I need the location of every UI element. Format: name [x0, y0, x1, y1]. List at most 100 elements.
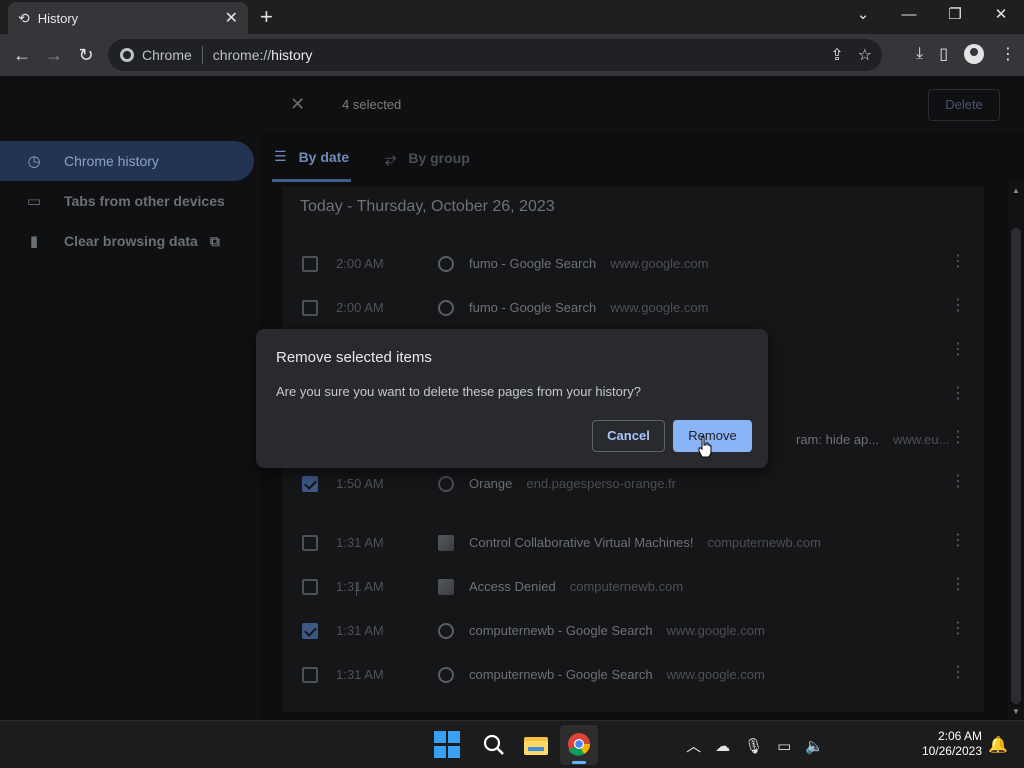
history-row[interactable]: 1:50 AM Orange end.pagesperso-orange.fr ⋮ — [282, 462, 984, 506]
tab-by-group[interactable]: ⥂ By group — [385, 146, 470, 182]
file-explorer-icon[interactable] — [522, 731, 550, 759]
side-panel-icon[interactable]: ▯ — [939, 44, 948, 64]
row-menu-icon[interactable]: ⋮ — [950, 342, 966, 358]
windows-start-icon[interactable] — [434, 731, 462, 759]
row-menu-icon[interactable]: ⋮ — [950, 621, 966, 637]
chevron-up-icon[interactable]: ︿ — [686, 735, 701, 756]
bookmark-star-icon[interactable]: ☆ — [858, 45, 872, 65]
volume-icon[interactable]: 🔈 — [805, 737, 824, 755]
row-checkbox[interactable] — [302, 300, 318, 316]
history-row[interactable]: 2:00 AM fumo - Google Search www.google.c… — [282, 286, 984, 330]
onedrive-icon[interactable]: ☁ — [715, 737, 730, 755]
row-menu-icon[interactable]: ⋮ — [950, 665, 966, 681]
row-title[interactable]: fumo - Google Search — [469, 256, 596, 271]
chrome-icon — [568, 733, 591, 764]
row-menu-icon[interactable]: ⋮ — [950, 474, 966, 490]
cancel-button[interactable]: Cancel — [592, 420, 665, 452]
history-row[interactable]: 1:31 AM computernewb - Google Search www.… — [282, 653, 984, 697]
dialog-title: Remove selected items — [276, 349, 432, 366]
search-icon[interactable] — [480, 731, 508, 759]
clear-selection-icon[interactable]: ✕ — [290, 94, 305, 115]
tab-by-date[interactable]: ☰ By date — [272, 146, 352, 182]
row-title[interactable]: computernewb - Google Search — [469, 667, 653, 682]
sidebar-item-label: Chrome history — [64, 153, 159, 169]
row-menu-icon[interactable]: ⋮ — [950, 533, 966, 549]
row-domain: computernewb.com — [707, 535, 821, 550]
close-window-icon[interactable]: ✕ — [978, 0, 1024, 30]
sidebar-item-clear-browsing-data[interactable]: ▮ Clear browsing data ⧉ — [0, 221, 254, 261]
history-row[interactable]: 1:31 AM Control Collaborative Virtual Ma… — [282, 521, 984, 565]
menu-kebab-icon[interactable]: ⋮ — [1000, 44, 1016, 64]
toolbar: ← → ↻ Chrome chrome://history ⇪ ☆ ⤓ ▯ ⋮ — [0, 34, 1024, 76]
history-row[interactable]: 1:31 AM Access Denied computernewb.com ⋮ — [282, 565, 984, 609]
url-path: history — [271, 47, 313, 63]
trash-icon: ▮ — [29, 233, 39, 250]
scroll-down-icon[interactable]: ▼ — [1012, 707, 1020, 716]
back-icon[interactable]: ← — [6, 45, 38, 66]
profile-avatar-icon[interactable] — [964, 44, 984, 64]
date-heading: Today - Thursday, October 26, 2023 — [300, 198, 555, 215]
row-time: 1:31 AM — [336, 667, 384, 682]
network-icon[interactable]: ▭ — [777, 737, 791, 755]
sidebar-item-other-devices[interactable]: ▭ Tabs from other devices — [0, 181, 254, 221]
reload-icon[interactable]: ↻ — [70, 45, 102, 66]
remove-button[interactable]: Remove — [673, 420, 752, 452]
share-icon[interactable]: ⇪ — [830, 45, 843, 65]
forward-icon[interactable]: → — [38, 45, 70, 66]
omnibox-divider — [201, 46, 203, 64]
row-title[interactable]: computernewb - Google Search — [469, 623, 653, 638]
row-time: 1:31 AM — [336, 623, 384, 638]
scroll-up-icon[interactable]: ▲ — [1012, 186, 1020, 195]
row-menu-icon[interactable]: ⋮ — [950, 386, 966, 402]
tab-history[interactable]: ⟲ History ✕ — [8, 2, 248, 34]
row-domain: www.google.com — [610, 300, 709, 315]
delete-button[interactable]: Delete — [928, 89, 1000, 121]
toolbar-right: ⤓ ▯ ⋮ — [916, 44, 1016, 64]
minimize-icon[interactable]: — — [886, 0, 932, 30]
row-title-group: fumo - Google Search www.google.com — [469, 256, 708, 271]
row-time: 2:00 AM — [336, 300, 384, 315]
row-checkbox[interactable] — [302, 667, 318, 683]
clock-date: 10/26/2023 — [921, 744, 982, 758]
notification-bell-icon[interactable]: 🔔 — [988, 735, 1008, 755]
sidebar-item-chrome-history[interactable]: ◷ Chrome history — [0, 141, 254, 181]
row-title[interactable]: Orange — [469, 476, 512, 491]
sidebar-item-label: Tabs from other devices — [64, 193, 225, 209]
scrollbar-thumb[interactable] — [1011, 228, 1021, 704]
row-menu-icon[interactable]: ⋮ — [950, 254, 966, 270]
group-icon: ⥂ — [385, 149, 397, 166]
page-scrollbar[interactable]: ▲ ▼ — [1008, 182, 1024, 720]
google-icon — [438, 300, 454, 316]
row-title[interactable]: Control Collaborative Virtual Machines! — [469, 535, 693, 550]
window-controls: ⌄ — ❐ ✕ — [840, 0, 1024, 30]
row-checkbox[interactable] — [302, 535, 318, 551]
clock-icon: ◷ — [27, 153, 41, 170]
hand-cursor-icon — [698, 436, 712, 458]
tab-close-icon[interactable]: ✕ — [225, 8, 238, 28]
microphone-icon[interactable]: 🎙 — [744, 737, 763, 755]
row-title[interactable]: Access Denied — [469, 579, 556, 594]
tab-label: By group — [408, 150, 470, 166]
tab-search-icon[interactable]: ⌄ — [840, 0, 886, 30]
address-bar[interactable]: Chrome chrome://history ⇪ ☆ — [108, 39, 882, 71]
row-menu-icon[interactable]: ⋮ — [950, 430, 966, 446]
system-clock[interactable]: 2:06 AM 10/26/2023 — [916, 729, 982, 759]
url-prefix: chrome:// — [212, 47, 272, 63]
history-row[interactable]: 1:31 AM computernewb - Google Search www.… — [282, 609, 984, 653]
row-title[interactable]: ram: hide ap... — [796, 432, 879, 447]
row-title[interactable]: fumo - Google Search — [469, 300, 596, 315]
row-checkbox[interactable] — [302, 579, 318, 595]
row-menu-icon[interactable]: ⋮ — [950, 577, 966, 593]
row-time: 2:00 AM — [336, 256, 384, 271]
restore-icon[interactable]: ❐ — [932, 0, 978, 30]
new-tab-button[interactable]: + — [260, 6, 273, 28]
row-checkbox[interactable] — [302, 256, 318, 272]
history-row[interactable]: 2:00 AM fumo - Google Search www.google.c… — [282, 242, 984, 286]
list-icon: ☰ — [274, 148, 287, 164]
row-menu-icon[interactable]: ⋮ — [950, 298, 966, 314]
row-checkbox-checked[interactable] — [302, 476, 318, 492]
download-icon[interactable]: ⤓ — [916, 45, 923, 63]
chrome-taskbar-button[interactable] — [560, 725, 598, 765]
row-checkbox-checked[interactable] — [302, 623, 318, 639]
history-view-tabs: ☰ By date ⥂ By group — [272, 146, 470, 182]
